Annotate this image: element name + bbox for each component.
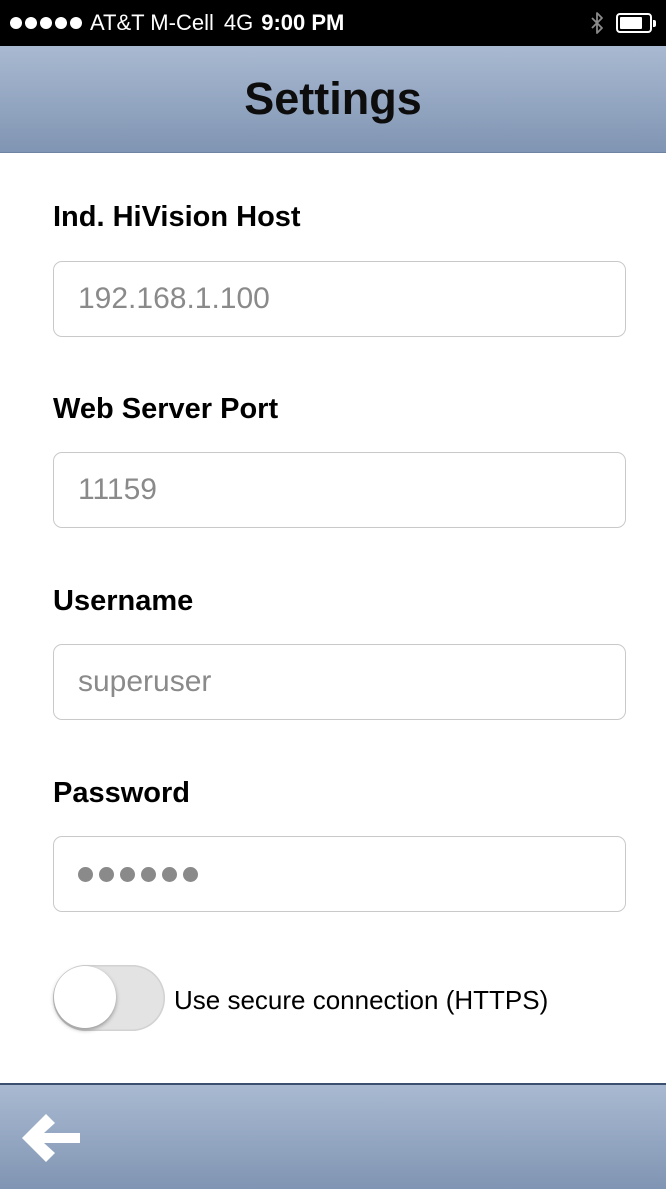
toggle-knob [54,966,116,1028]
status-bar: AT&T M-Cell 4G 9:00 PM [0,0,666,46]
host-input[interactable]: 192.168.1.100 [53,261,626,337]
password-dot [78,866,93,882]
status-right [590,11,656,35]
battery-icon [616,13,656,33]
https-toggle-label: Use secure connection (HTTPS) [174,985,549,1015]
username-value: superuser [78,665,212,698]
footer-bar [0,1083,666,1189]
password-dot [141,866,156,882]
status-time: 9:00 PM [261,10,345,35]
password-dot [162,866,177,882]
status-left: AT&T M-Cell 4G 9:00 PM [10,9,344,37]
back-arrow-icon [16,1103,86,1173]
carrier-name: AT&T M-Cell [90,10,214,35]
port-input[interactable]: 11159 [53,452,626,528]
password-dot [99,866,114,882]
password-dot [120,866,135,882]
port-value: 11159 [78,473,157,506]
network-type: 4G [223,10,254,35]
port-label: Web Server Port [53,393,279,425]
host-value: 192.168.1.100 [78,282,270,315]
password-mask [78,866,198,882]
password-input[interactable] [53,836,626,912]
password-dot [183,866,198,882]
signal-strength-icon [10,17,82,29]
username-input[interactable]: superuser [53,644,626,720]
bluetooth-icon [590,11,604,35]
username-label: Username [53,585,194,617]
password-label: Password [53,777,190,809]
https-toggle[interactable] [53,965,165,1031]
back-button[interactable] [16,1103,86,1173]
page-title: Settings [244,73,422,124]
host-label: Ind. HiVision Host [53,201,301,233]
battery-level [620,17,642,29]
header-bar: Settings [0,46,666,153]
